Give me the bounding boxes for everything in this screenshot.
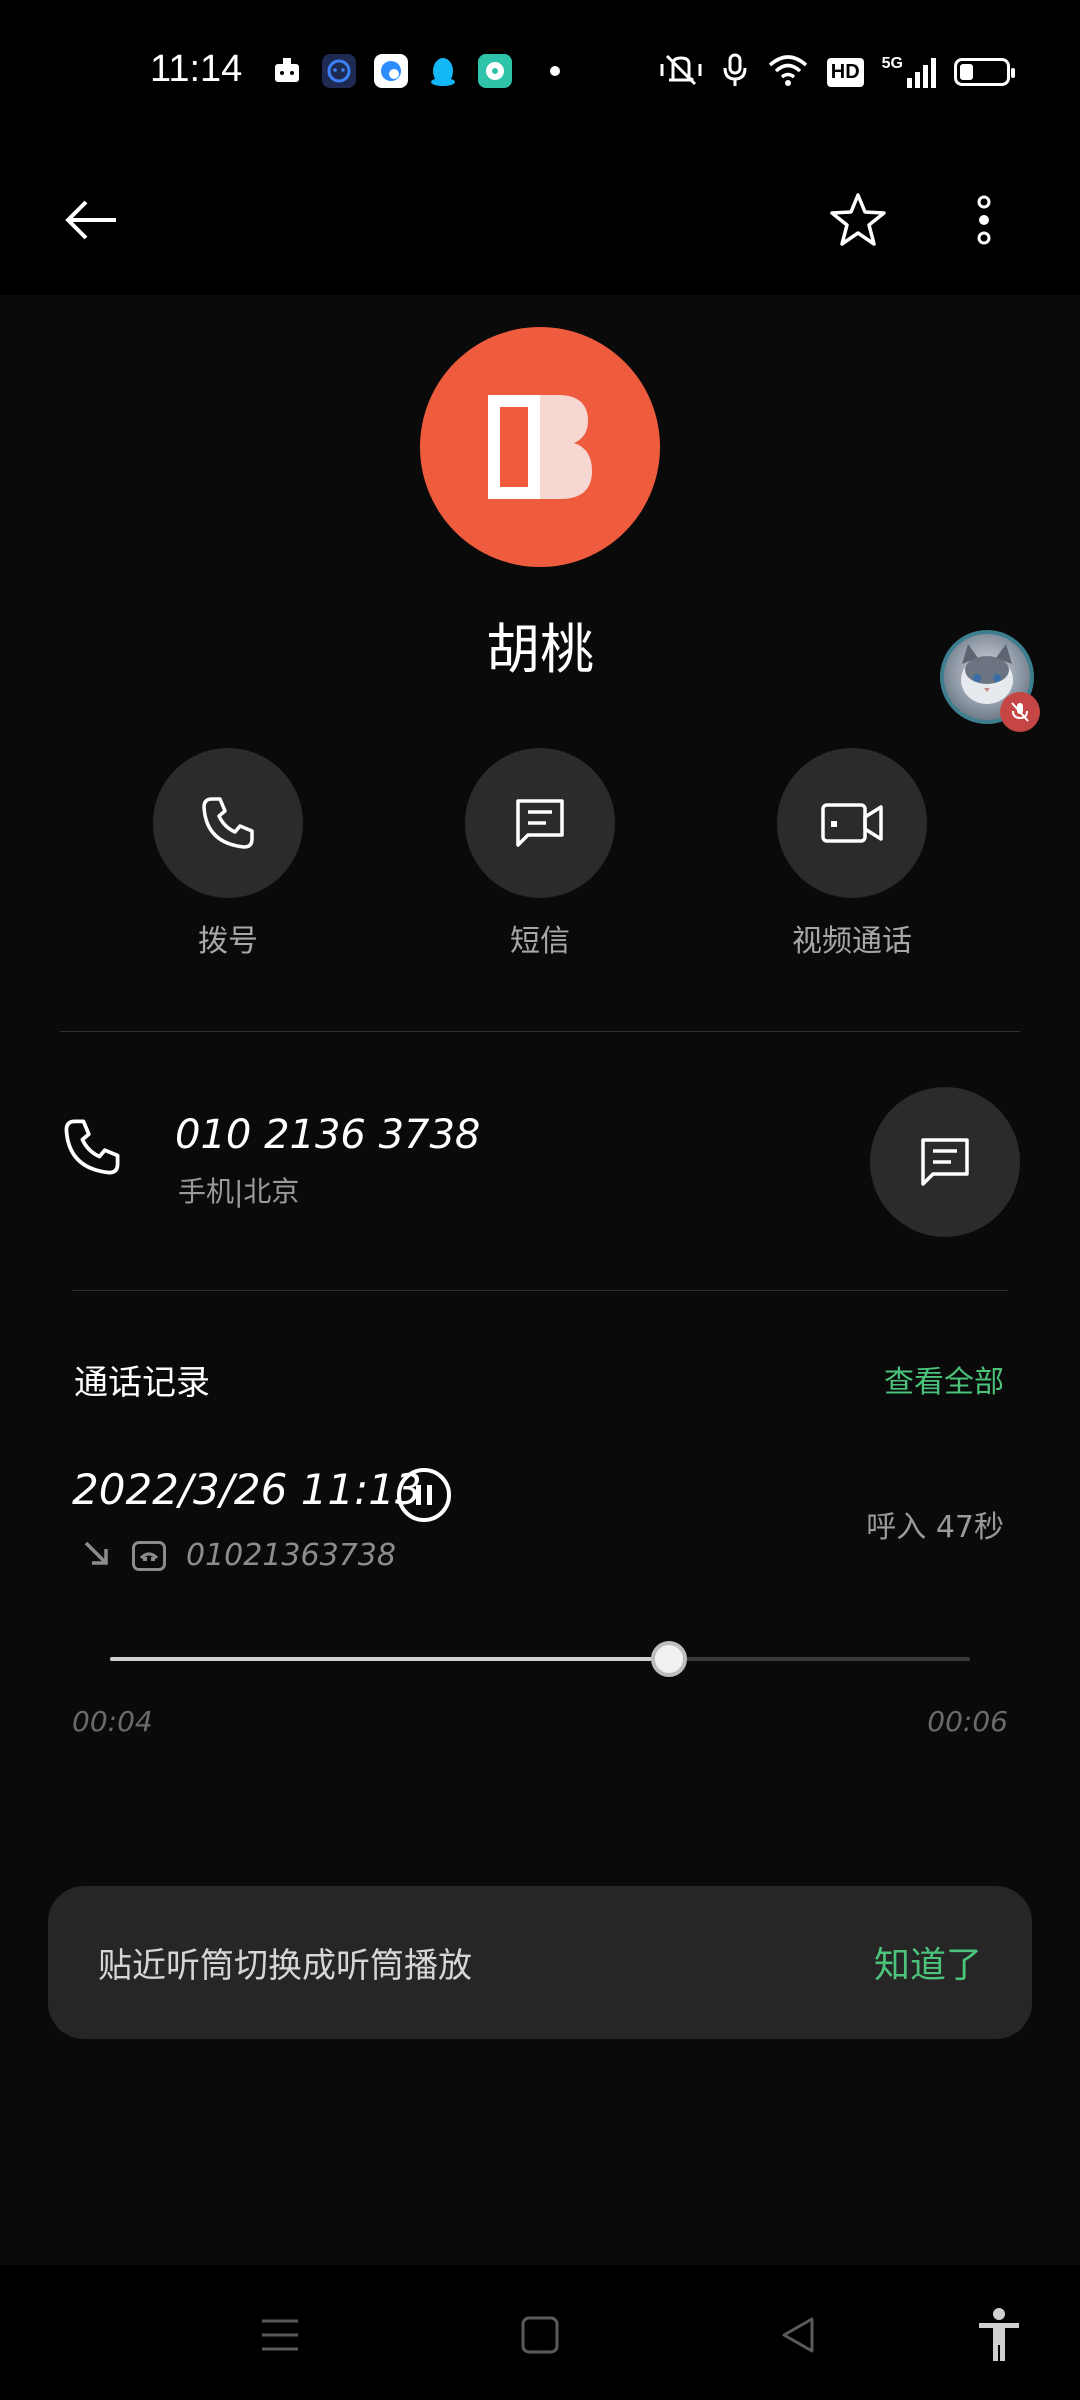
playback-slider[interactable] bbox=[110, 1641, 970, 1677]
mic-muted-badge bbox=[1000, 692, 1040, 732]
playback-progress bbox=[110, 1657, 669, 1661]
call-datetime: 2022/3/26 11:13 bbox=[72, 1465, 422, 1514]
call-number: 01021363738 bbox=[186, 1538, 396, 1573]
back-button[interactable] bbox=[52, 180, 132, 260]
sms-button[interactable] bbox=[465, 748, 615, 898]
call-type-duration: 呼入 47秒 bbox=[866, 1510, 1004, 1545]
view-all-link[interactable]: 查看全部 bbox=[884, 1357, 1004, 1401]
video-call-action[interactable]: 视频通话 bbox=[777, 748, 927, 960]
back-triangle-icon bbox=[782, 2317, 814, 2353]
call-log-title: 通话记录 bbox=[74, 1363, 210, 1403]
home-button[interactable] bbox=[505, 2300, 575, 2370]
call-detail-row: 01021363738 bbox=[82, 1538, 396, 1573]
phone-number[interactable]: 010 2136 3738 bbox=[175, 1112, 480, 1158]
dial-action[interactable]: 拨号 bbox=[153, 748, 303, 960]
phone-icon bbox=[202, 797, 254, 849]
phone-number-icon bbox=[60, 1115, 124, 1183]
cellular-signal-icon: 5G bbox=[882, 56, 936, 88]
sim-card-icon bbox=[132, 1540, 166, 1571]
recents-button[interactable] bbox=[245, 2300, 315, 2370]
accessibility-icon bbox=[979, 2308, 1019, 2361]
wifi-icon bbox=[767, 53, 809, 91]
sms-label: 短信 bbox=[510, 924, 570, 959]
dial-label: 拨号 bbox=[198, 924, 258, 959]
app-notification-icon bbox=[374, 54, 408, 88]
send-sms-button[interactable] bbox=[870, 1087, 1020, 1237]
video-call-button[interactable] bbox=[777, 748, 927, 898]
incoming-call-icon bbox=[82, 1539, 112, 1573]
star-icon bbox=[830, 193, 886, 246]
snackbar-message: 贴近听筒切换成听筒播放 bbox=[98, 1946, 472, 1986]
accessibility-button[interactable] bbox=[964, 2300, 1034, 2370]
message-icon bbox=[921, 1138, 969, 1186]
app-notification-icon bbox=[270, 54, 304, 88]
status-time: 11:14 bbox=[150, 48, 243, 90]
playback-elapsed: 00:04 bbox=[72, 1705, 153, 1738]
contact-name: 胡桃 bbox=[486, 618, 594, 681]
app-notification-icon bbox=[478, 54, 512, 88]
divider bbox=[60, 1031, 1020, 1032]
battery-icon bbox=[954, 58, 1015, 86]
dial-button[interactable] bbox=[153, 748, 303, 898]
snackbar-dismiss-button[interactable]: 知道了 bbox=[874, 1936, 982, 1988]
microphone-icon bbox=[721, 52, 749, 92]
pause-recording-button[interactable] bbox=[397, 1468, 451, 1522]
more-notifications-dot bbox=[550, 66, 560, 76]
status-bar: 11:14 HD 5G bbox=[0, 0, 1080, 140]
sms-action[interactable]: 短信 bbox=[465, 748, 615, 960]
message-icon bbox=[516, 799, 564, 847]
earpiece-hint-snackbar: 贴近听筒切换成听筒播放 知道了 bbox=[48, 1886, 1032, 2039]
qq-icon bbox=[426, 54, 460, 88]
more-vertical-icon bbox=[977, 195, 991, 245]
phone-type-location: 手机|北京 bbox=[178, 1175, 300, 1208]
back-nav-button[interactable] bbox=[763, 2300, 833, 2370]
video-call-label: 视频通话 bbox=[792, 924, 912, 959]
system-navigation-bar bbox=[0, 2265, 1080, 2400]
hd-voice-icon: HD bbox=[826, 57, 864, 87]
home-square-icon bbox=[521, 2316, 559, 2354]
battery-level bbox=[960, 64, 973, 80]
playback-remaining: 00:06 bbox=[927, 1705, 1008, 1738]
app-notification-icon bbox=[322, 54, 356, 88]
playback-slider-thumb[interactable] bbox=[651, 1641, 687, 1677]
more-options-button[interactable] bbox=[944, 180, 1024, 260]
contact-avatar bbox=[420, 327, 660, 567]
favorite-button[interactable] bbox=[818, 180, 898, 260]
divider bbox=[72, 1290, 1008, 1291]
pause-icon bbox=[416, 1485, 432, 1505]
mic-off-icon bbox=[1011, 702, 1029, 722]
vibrate-off-icon bbox=[659, 52, 703, 92]
top-action-bar bbox=[0, 140, 1080, 295]
contact-logo-icon bbox=[488, 395, 592, 499]
back-arrow-icon bbox=[65, 200, 116, 240]
video-camera-icon bbox=[821, 803, 883, 843]
menu-icon bbox=[262, 2319, 298, 2351]
status-icons: HD 5G bbox=[659, 52, 1015, 92]
